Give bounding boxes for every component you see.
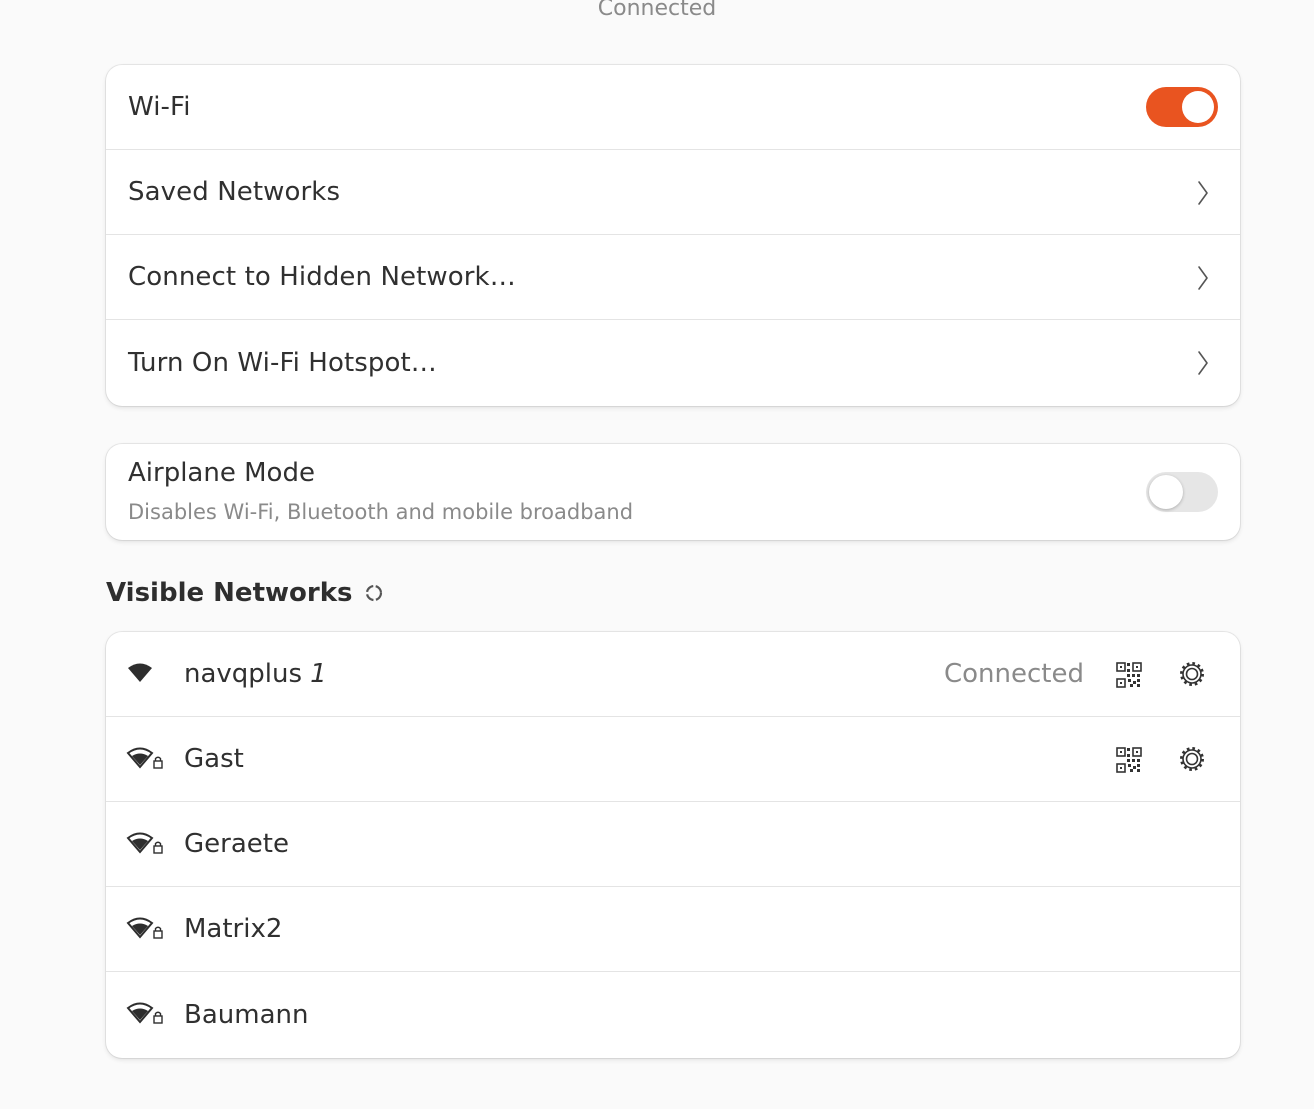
saved-networks-row[interactable]: Saved Networks [106,150,1240,235]
connection-status-header: Connected [597,0,717,21]
visible-networks-heading: Visible Networks [106,578,384,608]
wifi-toggle-row[interactable]: Wi-Fi [106,65,1240,150]
gear-icon[interactable] [1178,745,1206,773]
network-row-matrix2[interactable]: Matrix2 [106,887,1240,972]
chevron-right-icon [1198,266,1208,290]
network-name: Geraete [184,829,289,859]
network-row-navqplus[interactable]: navqplus 1 Connected [106,632,1240,717]
network-name: Gast [184,744,244,774]
visible-networks-list: navqplus 1 Connected Gast Geraete Matrix… [106,632,1240,1058]
toggle-knob [1182,91,1214,123]
network-name-suffix: 1 [310,659,327,689]
toggle-knob [1149,475,1183,509]
connect-hidden-network-row[interactable]: Connect to Hidden Network… [106,235,1240,320]
network-name: navqplus [184,659,303,689]
wifi-toggle-switch[interactable] [1146,87,1218,127]
wifi-signal-secured-icon [126,747,163,769]
saved-networks-label: Saved Networks [128,177,341,207]
hidden-network-label: Connect to Hidden Network… [128,262,516,292]
wifi-signal-secured-icon [126,832,163,854]
wifi-label: Wi-Fi [128,92,191,122]
wifi-signal-secured-icon [126,1002,163,1024]
airplane-mode-title: Airplane Mode [128,458,315,488]
network-name: Baumann [184,1000,309,1030]
airplane-mode-subtitle: Disables Wi-Fi, Bluetooth and mobile bro… [128,500,634,524]
hotspot-label: Turn On Wi-Fi Hotspot… [128,348,437,378]
network-status: Connected [943,659,1084,689]
wifi-hotspot-row[interactable]: Turn On Wi-Fi Hotspot… [106,320,1240,406]
chevron-right-icon [1198,351,1208,375]
chevron-right-icon [1198,181,1208,205]
network-row-gast[interactable]: Gast [106,717,1240,802]
refresh-spinner-icon [366,584,383,602]
visible-networks-title: Visible Networks [106,578,353,608]
network-row-geraete[interactable]: Geraete [106,802,1240,887]
qr-code-icon[interactable] [1116,662,1142,688]
network-name: Matrix2 [184,914,283,944]
qr-code-icon[interactable] [1116,747,1142,773]
airplane-mode-toggle-switch[interactable] [1146,472,1218,512]
wifi-signal-secured-icon [126,917,163,939]
airplane-mode-card[interactable]: Airplane Mode Disables Wi-Fi, Bluetooth … [106,444,1240,540]
wifi-settings-card: Wi-Fi Saved Networks Connect to Hidden N… [106,65,1240,406]
network-row-baumann[interactable]: Baumann [106,972,1240,1058]
wifi-signal-full-icon [128,663,152,682]
gear-icon[interactable] [1178,660,1206,688]
